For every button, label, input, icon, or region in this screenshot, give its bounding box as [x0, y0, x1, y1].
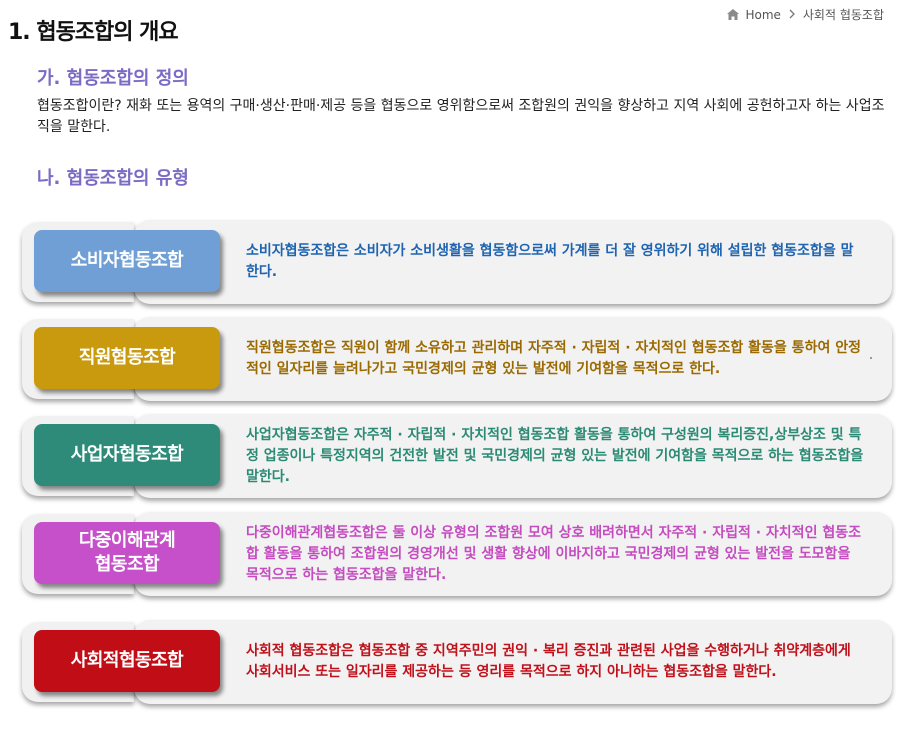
type-row: 사업자협동조합 사업자협동조합은 자주적 · 자립적 · 자치적인 협동조합 활동…	[22, 414, 892, 498]
home-icon[interactable]	[727, 9, 740, 20]
breadcrumb-home-link[interactable]: Home	[745, 8, 780, 22]
type-description-text: 다중이해관계협동조합은 둘 이상 유형의 조합원 모여 상호 배려하면서 자주적…	[246, 524, 861, 583]
type-label-badge: 사업자협동조합	[34, 424, 220, 486]
type-description: 직원협동조합은 직원이 함께 소유하고 관리하며 자주적 · 자립적 · 자치적…	[246, 317, 866, 401]
type-row: 직원협동조합 직원협동조합은 직원이 함께 소유하고 관리하며 자주적 · 자립적…	[22, 317, 892, 401]
definition-text: 협동조합이란? 재화 또는 용역의 구매·생산·판매·제공 등을 협동으로 영위…	[37, 98, 885, 135]
page-title: 1. 협동조합의 개요	[8, 20, 179, 45]
definition-heading: 가. 협동조합의 정의	[37, 68, 189, 89]
type-description-text: 소비자협동조합은 소비자가 소비생활을 협동함으로써 가계를 더 잘 영위하기 …	[246, 243, 854, 280]
type-description-text: 직원협동조합은 직원이 함께 소유하고 관리하며 자주적 · 자립적 · 자치적…	[246, 340, 861, 377]
type-label-badge: 소비자협동조합	[34, 230, 220, 292]
type-description-text: 사업자협동조합은 자주적 · 자립적 · 자치적인 협동조합 활동을 통하여 구…	[246, 426, 864, 485]
breadcrumb: Home 사회적 협동조합	[727, 6, 884, 23]
type-row: 사회적협동조합 사회적 협동조합은 협동조합 중 지역주민의 권익 · 복리 증진…	[22, 620, 892, 704]
type-row: 소비자협동조합 소비자협동조합은 소비자가 소비생활을 협동함으로써 가계를 더 …	[22, 220, 892, 304]
type-row: 다중이해관계 협동조합 다중이해관계협동조합은 둘 이상 유형의 조합원 모여 상…	[22, 512, 892, 596]
type-description: 사회적 협동조합은 협동조합 중 지역주민의 권익 · 복리 증진과 관련된 사…	[246, 620, 866, 704]
type-label-badge: 사회적협동조합	[34, 630, 220, 692]
type-label-badge: 직원협동조합	[34, 327, 220, 389]
type-description: 소비자협동조합은 소비자가 소비생활을 협동함으로써 가계를 더 잘 영위하기 …	[246, 220, 866, 304]
type-label-badge: 다중이해관계 협동조합	[34, 522, 220, 584]
decorative-dot	[870, 357, 872, 359]
type-description-text: 사회적 협동조합은 협동조합 중 지역주민의 권익 · 복리 증진과 관련된 사…	[246, 643, 851, 680]
type-description: 사업자협동조합은 자주적 · 자립적 · 자치적인 협동조합 활동을 통하여 구…	[246, 414, 866, 498]
types-heading: 나. 협동조합의 유형	[37, 168, 189, 189]
breadcrumb-current[interactable]: 사회적 협동조합	[803, 6, 884, 23]
chevron-right-icon	[787, 8, 797, 22]
type-description: 다중이해관계협동조합은 둘 이상 유형의 조합원 모여 상호 배려하면서 자주적…	[246, 512, 866, 596]
